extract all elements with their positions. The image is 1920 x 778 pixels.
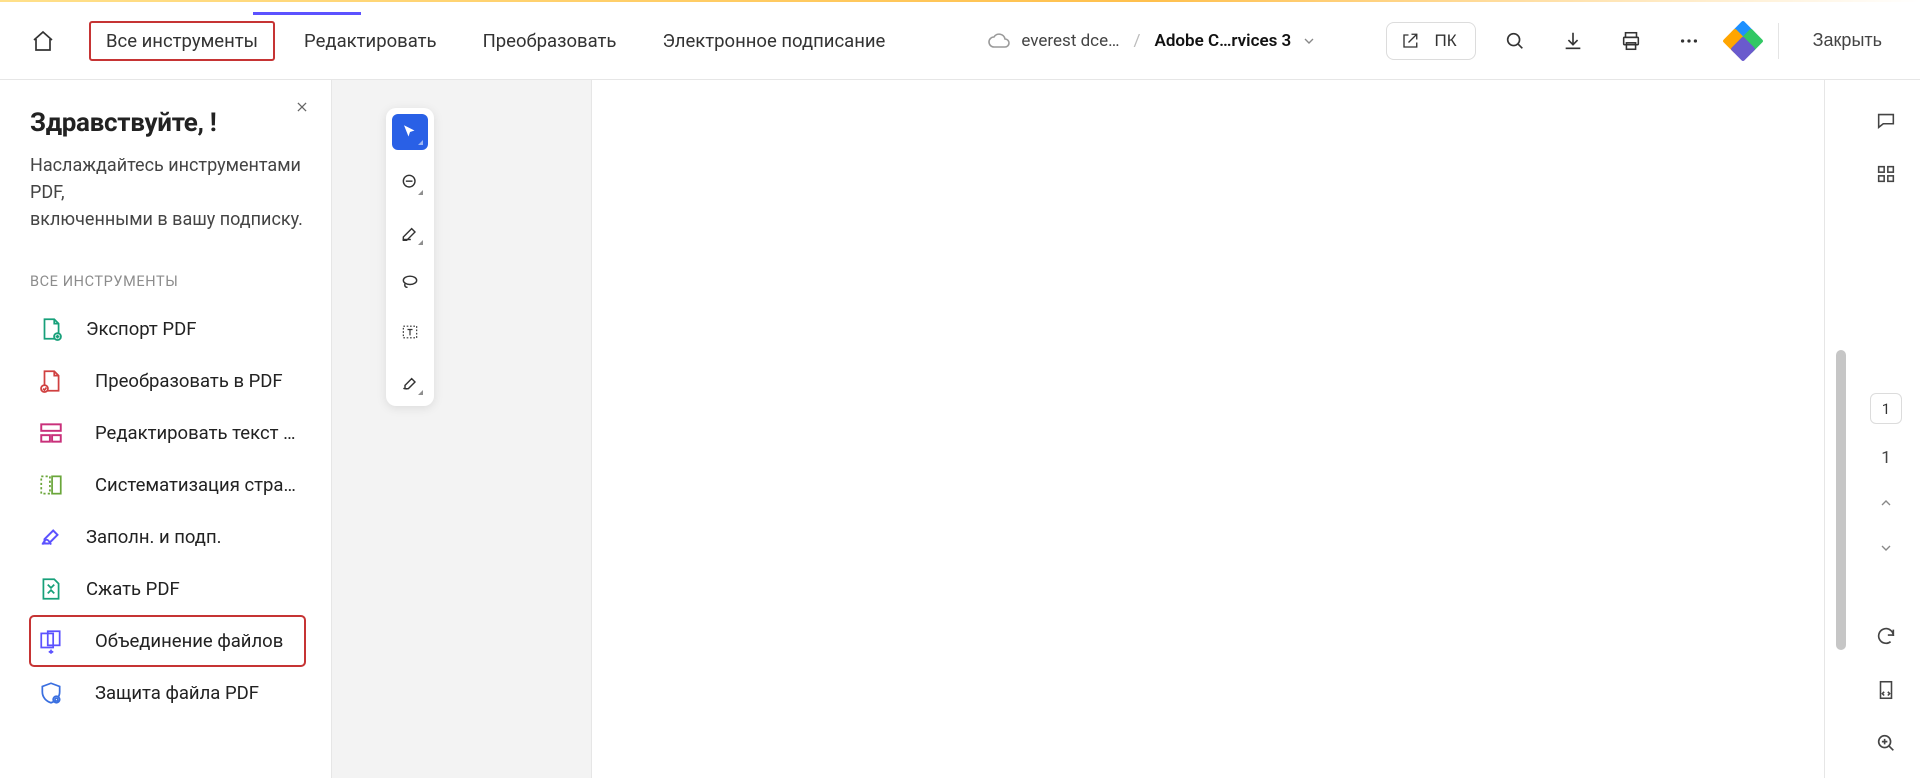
download-icon bbox=[1562, 30, 1584, 52]
download-button[interactable] bbox=[1554, 22, 1592, 60]
close-button[interactable]: Закрыть bbox=[1799, 22, 1896, 59]
page-current: 1 bbox=[1882, 400, 1890, 418]
sidebar-close-button[interactable] bbox=[289, 94, 315, 120]
divider bbox=[1778, 23, 1779, 59]
tool-label: Объединение файлов bbox=[86, 630, 283, 652]
more-horizontal-icon bbox=[1678, 30, 1700, 52]
greeting-subtitle-2: включенными в вашу подписку. bbox=[30, 206, 305, 233]
vertical-toolbar bbox=[386, 108, 434, 406]
page-total: 1 bbox=[1881, 448, 1891, 468]
tool-highlight[interactable] bbox=[392, 214, 428, 250]
tool-label: Редактировать текст и изо… bbox=[86, 422, 297, 444]
print-button[interactable] bbox=[1612, 22, 1650, 60]
rail-thumbnails-button[interactable] bbox=[1869, 159, 1903, 188]
comment-icon bbox=[400, 172, 420, 192]
rotate-icon bbox=[1875, 625, 1897, 647]
chat-icon bbox=[1875, 110, 1897, 132]
document-canvas[interactable] bbox=[592, 80, 1824, 778]
tool-export-pdf[interactable]: Экспорт PDF bbox=[30, 304, 305, 354]
print-icon bbox=[1620, 30, 1642, 52]
edit-text-icon bbox=[38, 420, 64, 446]
page-up-button[interactable] bbox=[1874, 492, 1898, 513]
chevron-down-icon[interactable] bbox=[1301, 33, 1317, 49]
close-label: Закрыть bbox=[1813, 30, 1882, 50]
tool-label: Экспорт PDF bbox=[86, 318, 196, 340]
sidebar: Здравствуйте, ! Наслаждайтесь инструмент… bbox=[0, 80, 332, 778]
greeting-title: Здравствуйте, ! bbox=[30, 108, 305, 138]
tool-comment[interactable] bbox=[392, 164, 428, 200]
search-icon bbox=[1504, 30, 1526, 52]
tool-draw-freeform[interactable] bbox=[392, 264, 428, 300]
tool-select[interactable] bbox=[392, 114, 428, 150]
zoom-in-icon bbox=[1875, 732, 1897, 754]
tool-protect-pdf[interactable]: Защита файла PDF bbox=[30, 668, 305, 718]
home-icon bbox=[31, 29, 55, 53]
cloud-name[interactable]: everest dce… bbox=[1021, 31, 1119, 51]
fill-sign-icon bbox=[38, 524, 64, 550]
pencil-icon bbox=[400, 222, 420, 242]
compress-icon bbox=[38, 576, 64, 602]
section-label: ВСЕ ИНСТРУМЕНТЫ bbox=[30, 273, 305, 290]
tool-combine-files[interactable]: Объединение файлов bbox=[30, 616, 305, 666]
convert-pdf-icon bbox=[38, 368, 64, 394]
text-box-icon bbox=[400, 322, 420, 342]
cursor-icon bbox=[401, 123, 419, 141]
rail-page-fit-button[interactable] bbox=[1869, 675, 1903, 704]
organize-icon bbox=[38, 472, 64, 498]
tool-label: Сжать PDF bbox=[86, 578, 180, 600]
close-icon bbox=[295, 100, 309, 114]
tool-label: Преобразовать в PDF bbox=[86, 370, 283, 392]
tab-label: Редактировать bbox=[304, 30, 437, 52]
page-indicator[interactable]: 1 bbox=[1870, 393, 1902, 424]
tool-convert-to-pdf[interactable]: Преобразовать в PDF bbox=[30, 356, 305, 406]
tool-organize-pages[interactable]: Систематизация страниц bbox=[30, 460, 305, 510]
tool-eraser[interactable] bbox=[392, 364, 428, 400]
home-button[interactable] bbox=[24, 22, 62, 60]
scrollbar-thumb[interactable] bbox=[1836, 350, 1846, 650]
page-down-button[interactable] bbox=[1874, 537, 1898, 558]
search-button[interactable] bbox=[1496, 22, 1534, 60]
rail-zoom-button[interactable] bbox=[1869, 729, 1903, 758]
page-fit-icon bbox=[1875, 679, 1897, 701]
breadcrumb: everest dce… / Adobe C…rvices 3 bbox=[987, 29, 1317, 53]
rail-rotate-button[interactable] bbox=[1869, 622, 1903, 651]
tab-all-tools[interactable]: Все инструменты bbox=[90, 22, 274, 60]
tool-fill-sign[interactable]: Заполн. и подп. bbox=[30, 512, 305, 562]
tab-convert[interactable]: Преобразовать bbox=[467, 22, 633, 60]
tool-text-box[interactable] bbox=[392, 314, 428, 350]
tab-label: Все инструменты bbox=[106, 30, 258, 52]
display-mode-button[interactable]: ПК bbox=[1386, 22, 1476, 60]
tab-label: Электронное подписание bbox=[662, 30, 885, 52]
avatar[interactable] bbox=[1728, 26, 1758, 56]
scrollbar-gutter[interactable] bbox=[1824, 80, 1852, 778]
tool-edit-text-image[interactable]: Редактировать текст и изо… bbox=[30, 408, 305, 458]
combine-icon bbox=[38, 628, 64, 654]
display-mode-label: ПК bbox=[1435, 31, 1457, 51]
main-toolbar: Все инструменты Редактировать Преобразов… bbox=[0, 2, 1920, 80]
chevron-up-icon bbox=[1878, 495, 1894, 511]
greeting-subtitle-1: Наслаждайтесь инструментами PDF, bbox=[30, 152, 305, 206]
tool-label: Систематизация страниц bbox=[86, 474, 297, 496]
tool-compress-pdf[interactable]: Сжать PDF bbox=[30, 564, 305, 614]
vertical-toolbar-area bbox=[332, 80, 592, 778]
ink-pen-icon bbox=[400, 372, 420, 392]
tab-edit[interactable]: Редактировать bbox=[288, 22, 453, 60]
open-external-icon bbox=[1401, 32, 1419, 50]
export-pdf-icon bbox=[38, 316, 64, 342]
rail-comments-button[interactable] bbox=[1869, 106, 1903, 135]
lasso-icon bbox=[400, 272, 420, 292]
tool-label: Защита файла PDF bbox=[86, 682, 259, 704]
right-rail: 1 1 bbox=[1852, 80, 1920, 778]
tab-label: Преобразовать bbox=[483, 30, 617, 52]
tool-label: Заполн. и подп. bbox=[86, 526, 222, 548]
protect-icon bbox=[38, 680, 64, 706]
grid-icon bbox=[1875, 163, 1897, 185]
cloud-icon bbox=[987, 29, 1011, 53]
tool-list: Экспорт PDF Преобразовать в PDF Редактир… bbox=[30, 304, 305, 718]
breadcrumb-separator: / bbox=[1129, 31, 1144, 51]
chevron-down-icon bbox=[1878, 540, 1894, 556]
more-button[interactable] bbox=[1670, 22, 1708, 60]
document-title[interactable]: Adobe C…rvices 3 bbox=[1154, 31, 1291, 51]
tab-esign[interactable]: Электронное подписание bbox=[646, 22, 901, 60]
